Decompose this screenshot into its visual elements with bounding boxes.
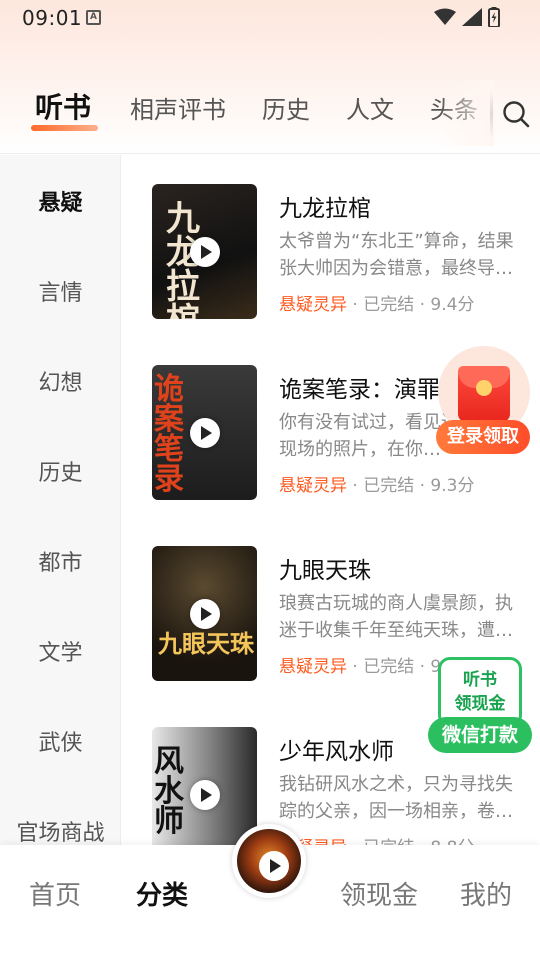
nav-profile[interactable]: 我的: [460, 875, 512, 912]
play-icon[interactable]: [190, 418, 220, 448]
wechat-payout-button[interactable]: 微信打款: [428, 717, 532, 753]
nav-home[interactable]: 首页: [29, 875, 81, 912]
notification-icon: A: [86, 10, 101, 25]
cover-title: 九龙拉棺: [166, 199, 200, 319]
login-reward-button[interactable]: 登录领取: [436, 420, 530, 454]
wifi-icon: [434, 8, 456, 25]
tabs-divider: [490, 90, 493, 138]
status-bar: 09:01 A: [0, 0, 540, 36]
book-description: 琅赛古玩城的商人虞景颜，执迷于收集千年至纯天珠，遭…: [279, 593, 513, 641]
book-meta: 悬疑灵异 · 已完结 · 9.4分: [279, 290, 474, 315]
book-description: 太爷曾为“东北王”算命，结果张大帅因为会错意，最终导…: [279, 231, 514, 279]
sidebar-item-fantasy[interactable]: 幻想: [0, 365, 120, 397]
play-icon[interactable]: [259, 851, 289, 881]
promo-line-2: 领现金: [454, 694, 506, 714]
book-item[interactable]: 九龙拉棺 九龙拉棺 太爷曾为“东北王”算命，结果张大帅因为会错意，最终导… 悬疑…: [152, 184, 522, 324]
sidebar-item-literature[interactable]: 文学: [0, 635, 120, 667]
book-cover[interactable]: 九龙拉棺: [152, 184, 257, 319]
active-tab-indicator: [31, 125, 98, 131]
search-button[interactable]: [500, 98, 532, 130]
sidebar-item-romance[interactable]: 言情: [0, 275, 120, 307]
book-status: · 已完结 · 9.4分: [347, 295, 475, 315]
play-icon[interactable]: [190, 599, 220, 629]
sidebar-item-suspense[interactable]: 悬疑: [0, 185, 120, 217]
book-title: 少年风水师: [279, 739, 394, 765]
book-title: 九眼天珠: [279, 558, 371, 584]
tab-listen-books[interactable]: 听书: [35, 86, 91, 126]
promo-line-1: 听书: [463, 670, 497, 690]
book-meta: 悬疑灵异 · 已完结 · 9.3分: [279, 471, 474, 496]
nav-categories[interactable]: 分类: [136, 875, 188, 912]
category-sidebar: 悬疑 言情 幻想 历史 都市 文学 武侠 官场商战: [0, 155, 121, 845]
tab-humanities[interactable]: 人文: [346, 90, 394, 125]
red-envelope-icon: [458, 366, 510, 422]
cover-title: 风水师: [154, 744, 184, 839]
sidebar-item-wuxia[interactable]: 武侠: [0, 725, 120, 757]
nav-earn-cash[interactable]: 领现金: [340, 875, 418, 912]
envelope-seal: [476, 380, 492, 396]
tab-history[interactable]: 历史: [262, 90, 310, 125]
tabs-fade-overlay: [440, 80, 494, 146]
book-genre: 悬疑灵异: [279, 476, 347, 496]
status-time: 09:01: [22, 6, 83, 30]
cover-title: 九眼天珠: [158, 629, 254, 658]
sidebar-item-history[interactable]: 历史: [0, 455, 120, 487]
book-title: 九龙拉棺: [279, 196, 371, 222]
book-cover[interactable]: 九眼天珠: [152, 546, 257, 681]
book-status: · 已完结 · 9.3分: [347, 476, 475, 496]
book-meta: 悬疑灵异 · 已完结 · 9.: [279, 652, 447, 677]
mini-player-button[interactable]: [232, 824, 306, 898]
book-genre: 悬疑灵异: [279, 295, 347, 315]
book-cover[interactable]: 诡案笔录: [152, 365, 257, 500]
play-icon[interactable]: [190, 237, 220, 267]
book-genre: 悬疑灵异: [279, 657, 347, 677]
tab-crosstalk[interactable]: 相声评书: [130, 90, 226, 125]
login-reward-promo[interactable]: 登录领取: [436, 346, 530, 454]
signal-icon: [462, 8, 482, 26]
sidebar-item-officialdom[interactable]: 官场商战: [0, 815, 120, 845]
wechat-cash-promo[interactable]: 听书 领现金 微信打款: [428, 657, 532, 755]
player-disc: [237, 829, 301, 893]
book-description: 我钻研风水之术，只为寻找失踪的父亲，因一场相亲，卷…: [279, 774, 513, 822]
search-icon: [503, 101, 530, 128]
category-tabs: 听书 相声评书 历史 人文 头条: [0, 90, 494, 140]
book-title: 诡案笔录：演罪: [279, 377, 440, 403]
play-icon[interactable]: [190, 780, 220, 810]
status-icons: [434, 7, 500, 27]
battery-charging-icon: [488, 7, 500, 27]
sidebar-item-urban[interactable]: 都市: [0, 545, 120, 577]
